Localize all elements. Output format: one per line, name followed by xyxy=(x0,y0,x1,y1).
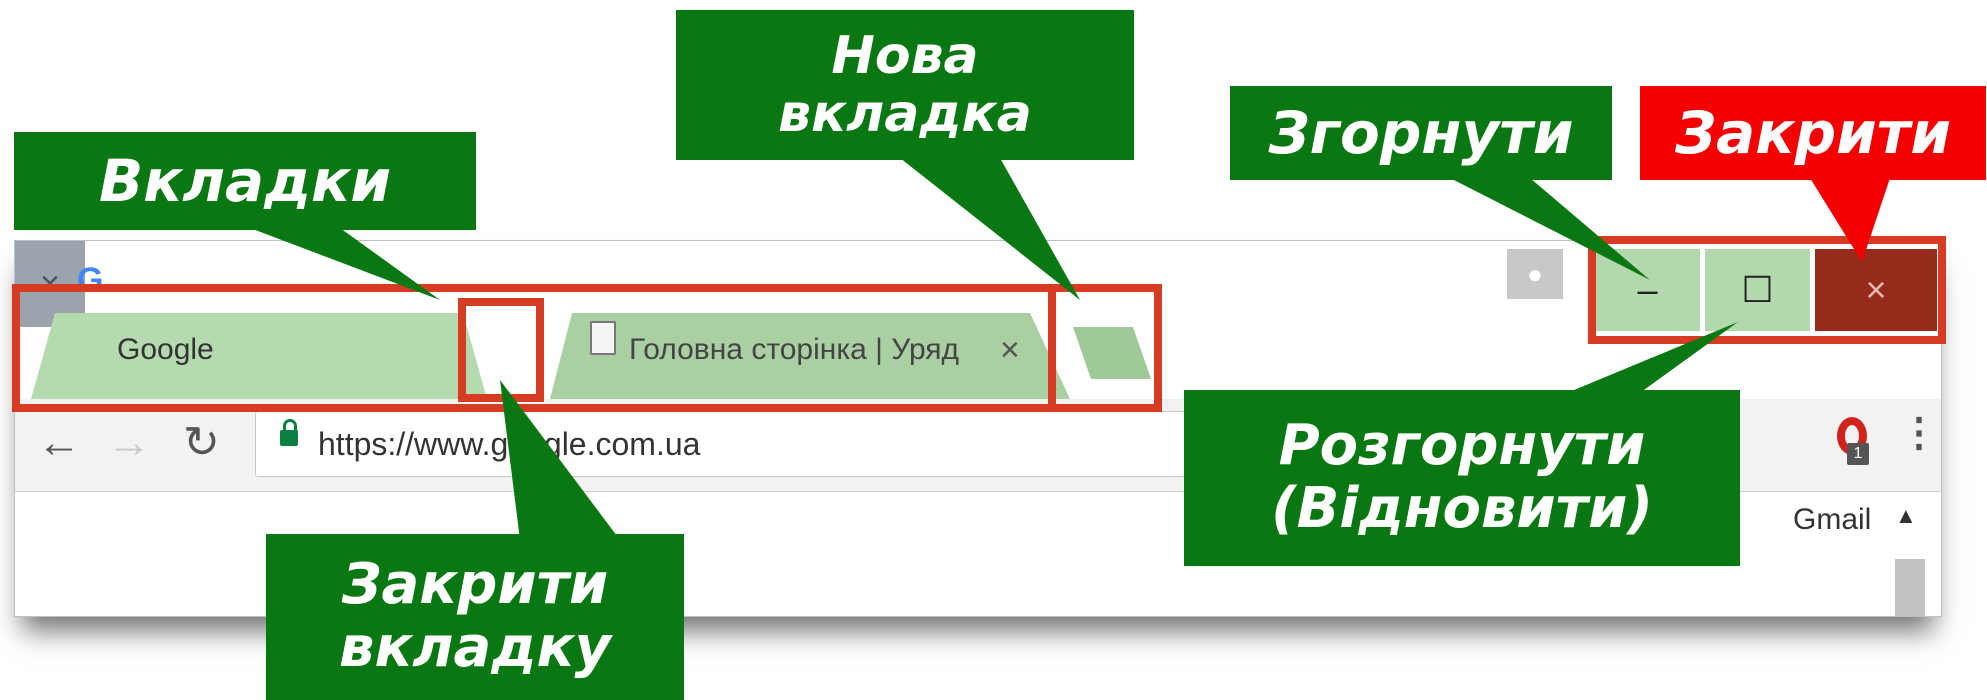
tabs-pointer xyxy=(250,228,440,300)
callout-close: Закрити xyxy=(1640,86,1986,180)
callout-minimize: Згорнути xyxy=(1230,86,1612,180)
minimize-pointer xyxy=(1450,178,1650,280)
callout-new-tab: Нова вкладка xyxy=(676,10,1134,160)
maximize-pointer xyxy=(1550,322,1738,400)
callout-close-tab: Закрити вкладку xyxy=(266,534,684,700)
callout-maximize: Розгорнути (Відновити) xyxy=(1184,390,1740,566)
close-tab-pointer xyxy=(500,380,620,540)
new-tab-pointer xyxy=(900,158,1080,300)
close-pointer xyxy=(1810,178,1890,262)
callout-tabs: Вкладки xyxy=(14,132,476,230)
